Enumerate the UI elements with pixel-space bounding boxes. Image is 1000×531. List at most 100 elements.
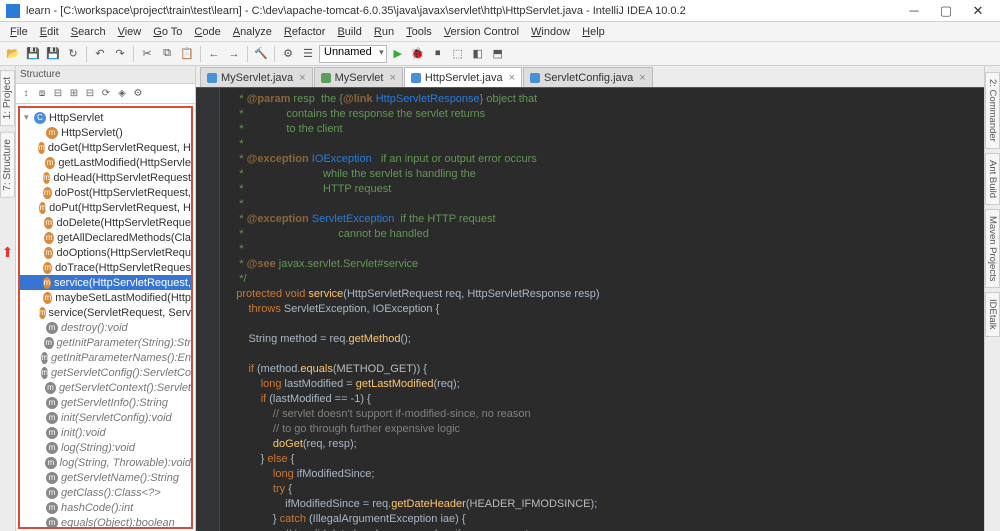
- method-node[interactable]: minit():void: [20, 425, 191, 440]
- cut-icon[interactable]: ✂: [138, 45, 156, 63]
- method-node[interactable]: mdoGet(HttpServletRequest, H: [20, 140, 191, 155]
- attach-icon[interactable]: ⬒: [489, 45, 507, 63]
- open-icon[interactable]: 📂: [4, 45, 22, 63]
- code-line[interactable]: *: [224, 137, 984, 152]
- method-node[interactable]: mservice(ServletRequest, Serv: [20, 305, 191, 320]
- gear-icon[interactable]: ⚙: [131, 87, 145, 101]
- run-icon[interactable]: ▶: [389, 45, 407, 63]
- forward-icon[interactable]: →: [225, 45, 243, 63]
- close-tab-icon[interactable]: ×: [299, 72, 305, 84]
- method-node[interactable]: mlog(String):void: [20, 440, 191, 455]
- code-line[interactable]: throws ServletException, IOException {: [224, 302, 984, 317]
- method-node[interactable]: mgetServletConfig():ServletCo: [20, 365, 191, 380]
- autoscroll-icon[interactable]: ⟳: [99, 87, 113, 101]
- close-button[interactable]: ✕: [962, 3, 994, 19]
- menu-run[interactable]: Run: [368, 24, 400, 40]
- pin-icon[interactable]: ◈: [115, 87, 129, 101]
- collapse-icon[interactable]: ⊟: [83, 87, 97, 101]
- code-line[interactable]: * @exception IOException if an input or …: [224, 152, 984, 167]
- save-icon[interactable]: 💾: [24, 45, 42, 63]
- code-editor[interactable]: * @param resp the {@link HttpServletResp…: [196, 88, 984, 531]
- editor-tab[interactable]: ServletConfig.java×: [523, 67, 653, 87]
- code-line[interactable]: protected void service(HttpServletReques…: [224, 287, 984, 302]
- method-node[interactable]: mservice(HttpServletRequest,: [20, 275, 191, 290]
- code-line[interactable]: * cannot be handled: [224, 227, 984, 242]
- structure-toolwindow-tab[interactable]: 7: Structure: [0, 132, 15, 198]
- method-node[interactable]: mgetInitParameterNames():En: [20, 350, 191, 365]
- method-node[interactable]: mgetInitParameter(String):Str: [20, 335, 191, 350]
- editor-tab[interactable]: HttpServlet.java×: [404, 67, 522, 87]
- code-line[interactable]: * @param resp the {@link HttpServletResp…: [224, 92, 984, 107]
- coverage-icon[interactable]: ⬚: [449, 45, 467, 63]
- code-line[interactable]: // servlet doesn't support if-modified-s…: [224, 407, 984, 422]
- menu-version-control[interactable]: Version Control: [438, 24, 525, 40]
- code-line[interactable]: long lastModified = getLastModified(req)…: [224, 377, 984, 392]
- method-node[interactable]: mdestroy():void: [20, 320, 191, 335]
- menu-help[interactable]: Help: [576, 24, 611, 40]
- run-config-select[interactable]: Unnamed: [319, 45, 387, 63]
- method-node[interactable]: mgetLastModified(HttpServle: [20, 155, 191, 170]
- copy-icon[interactable]: ⧉: [158, 45, 176, 63]
- code-line[interactable]: * @exception ServletException if the HTT…: [224, 212, 984, 227]
- menu-edit[interactable]: Edit: [34, 24, 65, 40]
- code-line[interactable]: } else {: [224, 452, 984, 467]
- menu-analyze[interactable]: Analyze: [227, 24, 278, 40]
- code-line[interactable]: *: [224, 242, 984, 257]
- code-line[interactable]: if (lastModified == -1) {: [224, 392, 984, 407]
- toolwindow-tab-2--commander[interactable]: 2: Commander: [985, 72, 1000, 149]
- undo-icon[interactable]: ↶: [91, 45, 109, 63]
- back-icon[interactable]: ←: [205, 45, 223, 63]
- method-node[interactable]: minit(ServletConfig):void: [20, 410, 191, 425]
- project-toolwindow-tab[interactable]: 1: Project: [0, 70, 15, 126]
- method-node[interactable]: mdoPost(HttpServletRequest,: [20, 185, 191, 200]
- editor-tab[interactable]: MyServlet.java×: [200, 67, 313, 87]
- code-line[interactable]: doGet(req, resp);: [224, 437, 984, 452]
- method-node[interactable]: mhashCode():int: [20, 500, 191, 515]
- code-line[interactable]: * HTTP request: [224, 182, 984, 197]
- method-node[interactable]: mgetServletName():String: [20, 470, 191, 485]
- method-node[interactable]: mdoTrace(HttpServletReques: [20, 260, 191, 275]
- structure-icon[interactable]: ☰: [299, 45, 317, 63]
- editor-tab[interactable]: MyServlet×: [314, 67, 403, 87]
- code-line[interactable]: * @see javax.servlet.Servlet#service: [224, 257, 984, 272]
- menu-view[interactable]: View: [112, 24, 148, 40]
- structure-tree[interactable]: ▾C HttpServlet mHttpServlet()mdoGet(Http…: [18, 106, 193, 529]
- redo-icon[interactable]: ↷: [111, 45, 129, 63]
- code-line[interactable]: *: [224, 197, 984, 212]
- method-node[interactable]: mequals(Object):boolean: [20, 515, 191, 529]
- code-line[interactable]: try {: [224, 482, 984, 497]
- menu-refactor[interactable]: Refactor: [278, 24, 332, 40]
- toolwindow-tab-idetalk[interactable]: IDEtalk: [985, 292, 1000, 337]
- menu-build[interactable]: Build: [331, 24, 367, 40]
- menu-code[interactable]: Code: [188, 24, 226, 40]
- stop-icon[interactable]: ⏹: [429, 45, 447, 63]
- settings-icon[interactable]: ⚙: [279, 45, 297, 63]
- minimize-button[interactable]: ─: [898, 3, 930, 18]
- method-node[interactable]: mdoHead(HttpServletRequest: [20, 170, 191, 185]
- toolwindow-tab-ant-build[interactable]: Ant Build: [985, 153, 1000, 205]
- group-icon[interactable]: ⧈: [35, 87, 49, 101]
- menu-search[interactable]: Search: [65, 24, 112, 40]
- menu-go-to[interactable]: Go To: [147, 24, 188, 40]
- profile-icon[interactable]: ◧: [469, 45, 487, 63]
- code-line[interactable]: * to the client: [224, 122, 984, 137]
- code-line[interactable]: String method = req.getMethod();: [224, 332, 984, 347]
- close-tab-icon[interactable]: ×: [639, 72, 645, 84]
- code-line[interactable]: * contains the response the servlet retu…: [224, 107, 984, 122]
- method-node[interactable]: mmaybeSetLastModified(Http: [20, 290, 191, 305]
- menu-tools[interactable]: Tools: [400, 24, 438, 40]
- reload-icon[interactable]: ↻: [64, 45, 82, 63]
- paste-icon[interactable]: 📋: [178, 45, 196, 63]
- sort-icon[interactable]: ↕: [19, 87, 33, 101]
- class-node[interactable]: ▾C HttpServlet: [20, 110, 191, 125]
- code-line[interactable]: */: [224, 272, 984, 287]
- code-line[interactable]: } catch (IllegalArgumentException iae) {: [224, 512, 984, 527]
- method-node[interactable]: mlog(String, Throwable):void: [20, 455, 191, 470]
- code-line[interactable]: * while the servlet is handling the: [224, 167, 984, 182]
- code-line[interactable]: ifModifiedSince = req.getDateHeader(HEAD…: [224, 497, 984, 512]
- expand-icon[interactable]: ⊞: [67, 87, 81, 101]
- code-line[interactable]: [224, 317, 984, 332]
- menu-file[interactable]: File: [4, 24, 34, 40]
- method-node[interactable]: mdoDelete(HttpServletReque: [20, 215, 191, 230]
- close-tab-icon[interactable]: ×: [509, 72, 515, 84]
